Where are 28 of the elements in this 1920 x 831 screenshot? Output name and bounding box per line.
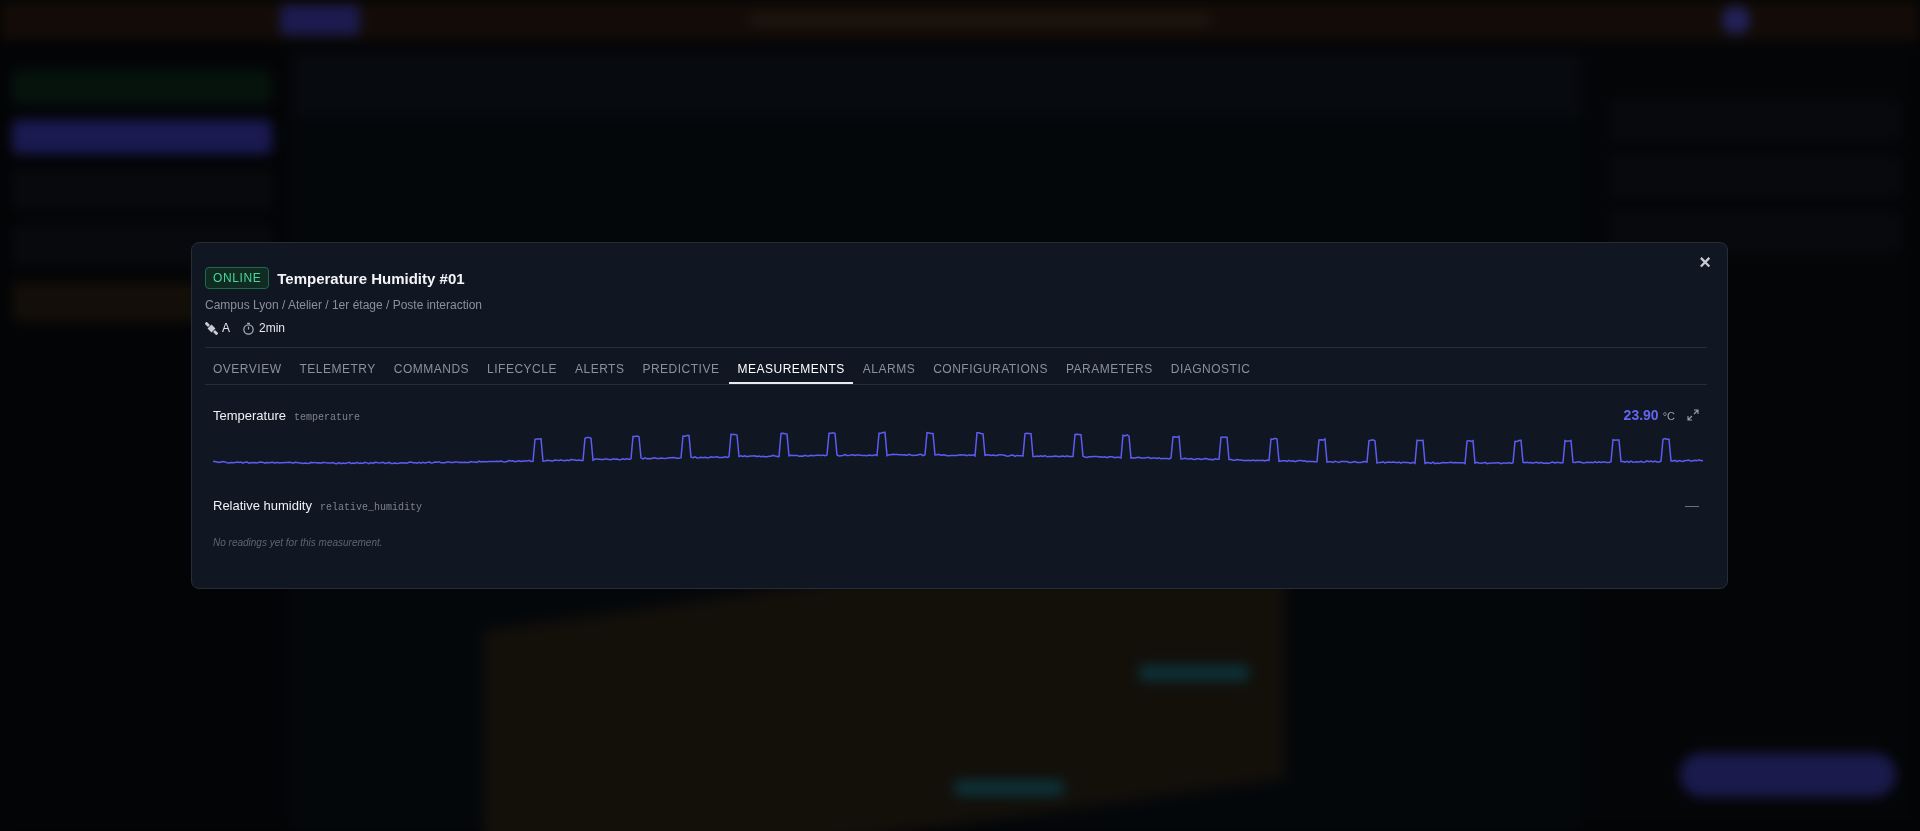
- meta-text: A: [222, 321, 230, 335]
- measurement-name: Relative humidity: [213, 498, 312, 513]
- satellite-icon: [205, 321, 218, 335]
- tab[interactable]: CONFIGURATIONS: [925, 358, 1056, 384]
- tab[interactable]: PARAMETERS: [1057, 358, 1161, 384]
- measurement-value: 23.90: [1623, 407, 1659, 423]
- location-path: Campus Lyon / Atelier / 1er étage / Poste interaction: [205, 298, 484, 312]
- tab[interactable]: COMMANDS: [385, 358, 478, 384]
- device-title: Temperature Humidity #01: [277, 269, 465, 287]
- close-button[interactable]: ×: [1695, 249, 1715, 276]
- tab[interactable]: DIAGNOSTIC: [1162, 358, 1259, 384]
- measurement-value: —: [1685, 497, 1699, 513]
- tab[interactable]: LIFECYCLE: [479, 358, 565, 384]
- expand-icon[interactable]: [1687, 409, 1699, 421]
- unit-label: °C: [1662, 410, 1675, 422]
- tab[interactable]: TELEMETRY: [291, 358, 384, 384]
- tab[interactable]: OVERVIEW: [205, 358, 290, 384]
- tab[interactable]: ALARMS: [854, 358, 924, 384]
- meta-text: 2min: [259, 321, 286, 335]
- measurement-name: Temperature: [213, 408, 286, 423]
- tab[interactable]: MEASUREMENTS: [729, 358, 853, 384]
- empty-message: No readings yet for this measurement.: [213, 537, 384, 548]
- tab[interactable]: PREDICTIVE: [634, 358, 728, 384]
- stopwatch-icon: [242, 321, 255, 335]
- tab[interactable]: ALERTS: [566, 358, 633, 384]
- status-badge: ONLINE: [205, 267, 270, 289]
- measurement-key: relative_humidity: [320, 502, 423, 513]
- measurement-key: temperature: [294, 412, 360, 423]
